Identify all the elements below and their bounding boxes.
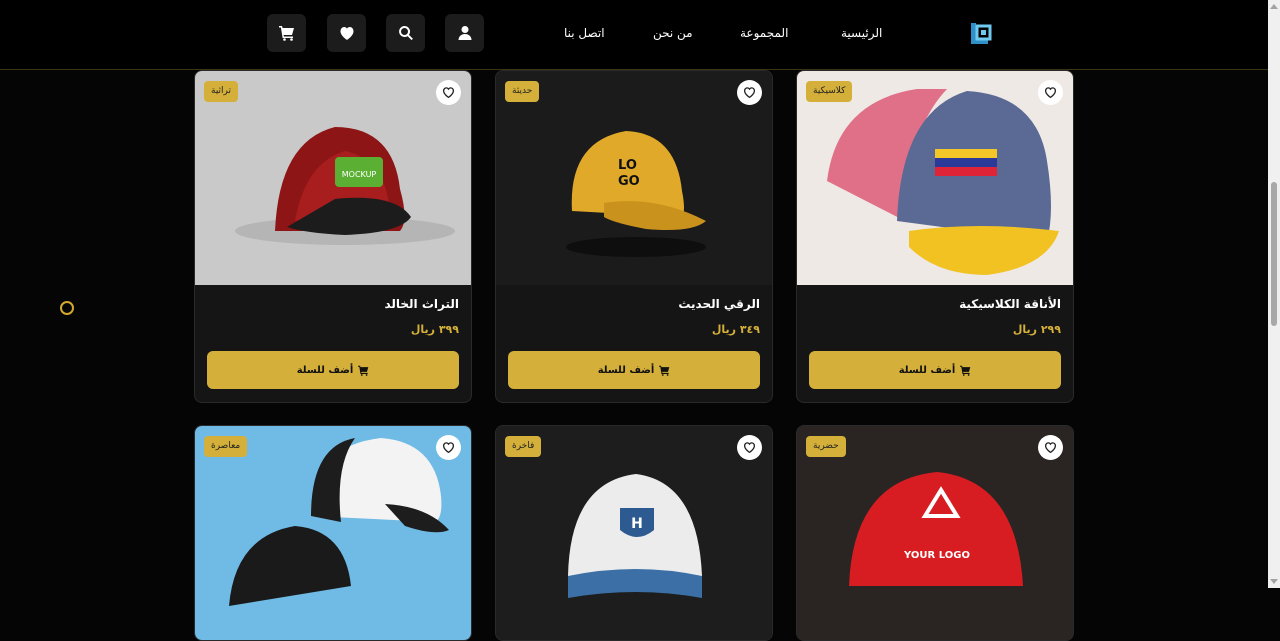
favorite-button[interactable] xyxy=(1038,435,1063,460)
product-image[interactable]: YOUR LOGO حضرية xyxy=(797,426,1073,640)
add-to-cart-button[interactable]: أضف للسلة xyxy=(809,351,1061,389)
product-badge: حديثة xyxy=(505,81,540,102)
product-info: التراث الخالد ٣٩٩ ريال أضف للسلة xyxy=(195,285,471,402)
product-badge: كلاسيكية xyxy=(806,81,853,102)
product-card[interactable]: معاصرة xyxy=(194,425,472,641)
heart-outline-icon xyxy=(442,442,455,454)
nav-link-collection[interactable]: المجموعة xyxy=(740,26,788,40)
product-card[interactable]: MOCKUP تراثية التراث الخالد ٣٩٩ ريال أضف… xyxy=(194,70,472,403)
yellow-cap-image: LO GO xyxy=(566,131,706,257)
product-badge: فاخرة xyxy=(505,436,542,457)
white-blue-cap-image: H xyxy=(568,474,702,598)
heart-outline-icon xyxy=(743,442,756,454)
cart-icon xyxy=(278,26,294,41)
heart-outline-icon xyxy=(1044,442,1057,454)
black-white-cap-image xyxy=(229,438,449,606)
product-image[interactable]: معاصرة xyxy=(195,426,471,640)
heart-outline-icon xyxy=(1044,87,1057,99)
nav-link-contact[interactable]: اتصل بنا xyxy=(564,26,605,40)
scrollbar-thumb[interactable] xyxy=(1271,182,1277,326)
heart-outline-icon xyxy=(442,87,455,99)
red-cap-image: MOCKUP xyxy=(235,127,455,245)
product-info: الأناقة الكلاسيكية ٢٩٩ ريال أضف للسلة xyxy=(797,285,1073,402)
svg-text:H: H xyxy=(631,516,643,532)
red-logo-cap-image: YOUR LOGO xyxy=(849,472,1023,586)
site-header: اتصل بنا من نحن المجموعة الرئيسية xyxy=(0,0,1268,70)
heart-icon xyxy=(340,27,353,40)
favorite-button[interactable] xyxy=(737,435,762,460)
add-to-cart-button[interactable]: أضف للسلة xyxy=(207,351,459,389)
product-price: ٣٩٩ ريال xyxy=(410,323,459,336)
favorite-button[interactable] xyxy=(737,80,762,105)
svg-text:GO: GO xyxy=(618,174,640,189)
cart-button[interactable] xyxy=(267,14,306,52)
product-badge: معاصرة xyxy=(204,436,248,457)
search-button[interactable] xyxy=(386,14,425,52)
cart-icon xyxy=(358,365,369,376)
product-price: ٢٩٩ ريال xyxy=(1012,323,1061,336)
svg-text:YOUR LOGO: YOUR LOGO xyxy=(903,550,970,561)
cart-icon xyxy=(659,365,670,376)
add-to-cart-label: أضف للسلة xyxy=(296,364,354,376)
scroll-up-arrow-icon[interactable] xyxy=(1270,4,1278,9)
product-image[interactable]: كلاسيكية xyxy=(797,71,1073,285)
user-icon xyxy=(458,26,471,40)
product-badge: تراثية xyxy=(204,81,239,102)
brand-logo[interactable] xyxy=(968,20,994,46)
product-card[interactable]: H فاخرة xyxy=(495,425,773,641)
account-button[interactable] xyxy=(445,14,484,52)
svg-text:MOCKUP: MOCKUP xyxy=(342,170,377,179)
product-info: الرقي الحديث ٣٤٩ ريال أضف للسلة xyxy=(496,285,772,402)
add-to-cart-label: أضف للسلة xyxy=(898,364,956,376)
favorite-button[interactable] xyxy=(1038,80,1063,105)
heart-outline-icon xyxy=(743,87,756,99)
product-image[interactable]: LO GO حديثة xyxy=(496,71,772,285)
product-card[interactable]: YOUR LOGO حضرية xyxy=(796,425,1074,641)
product-image[interactable]: MOCKUP تراثية xyxy=(195,71,471,285)
product-image[interactable]: H فاخرة xyxy=(496,426,772,640)
favorite-button[interactable] xyxy=(436,80,461,105)
decorative-ring xyxy=(60,301,74,315)
add-to-cart-label: أضف للسلة xyxy=(597,364,655,376)
page-scrollbar[interactable] xyxy=(1268,0,1280,588)
scroll-down-arrow-icon[interactable] xyxy=(1270,579,1278,584)
cart-icon xyxy=(960,365,971,376)
nav-link-home[interactable]: الرئيسية xyxy=(841,26,882,40)
add-to-cart-button[interactable]: أضف للسلة xyxy=(508,351,760,389)
product-title[interactable]: الأناقة الكلاسيكية xyxy=(959,297,1061,311)
product-title[interactable]: التراث الخالد xyxy=(384,297,459,311)
product-card[interactable]: LO GO حديثة الرقي الحديث ٣٤٩ ريال أضف لل… xyxy=(495,70,773,403)
product-badge: حضرية xyxy=(806,436,846,457)
nav-link-about[interactable]: من نحن xyxy=(653,26,693,40)
product-card[interactable]: كلاسيكية الأناقة الكلاسيكية ٢٩٩ ريال أضف… xyxy=(796,70,1074,403)
product-price: ٣٤٩ ريال xyxy=(711,323,760,336)
blue-yellow-cap-image xyxy=(827,89,1059,275)
product-title[interactable]: الرقي الحديث xyxy=(678,297,760,311)
search-icon xyxy=(398,26,413,41)
svg-text:LO: LO xyxy=(618,158,637,173)
favorite-button[interactable] xyxy=(436,435,461,460)
wishlist-button[interactable] xyxy=(327,14,366,52)
